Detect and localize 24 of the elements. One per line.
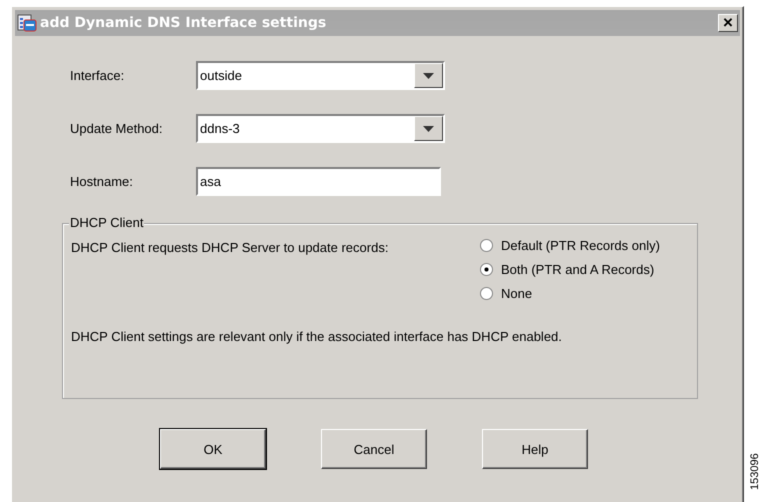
radio-button[interactable] (480, 287, 493, 300)
text-field[interactable]: asa (196, 167, 441, 196)
figure-number: 153096 (749, 453, 761, 490)
option-label: None (501, 286, 532, 301)
field-label: Hostname: (70, 174, 134, 189)
window-title: add Dynamic DNS Interface settings (40, 15, 328, 31)
close-button[interactable]: × (718, 14, 738, 32)
field-label: Interface: (70, 68, 126, 83)
dropdown[interactable]: ddns-3 (196, 114, 445, 143)
caret-icon (423, 126, 434, 132)
dialog-button[interactable]: Cancel (321, 429, 427, 469)
dropdown[interactable]: outside (196, 61, 445, 90)
dialog-button[interactable]: Help (482, 429, 588, 469)
radio-button[interactable] (480, 263, 493, 276)
window-icon (17, 13, 37, 33)
field-label: Update Method: (70, 121, 164, 136)
caret-icon (423, 72, 434, 78)
group-title: DHCP Client (69, 215, 144, 230)
note-text: DHCP Client settings are relevant only if the associated interface has DHCP enabled. (71, 329, 563, 344)
option-label: Both (PTR and A Records) (501, 262, 654, 277)
dialog-button[interactable]: OK (160, 429, 266, 469)
radio-button[interactable] (480, 239, 493, 252)
option-label: Default (PTR Records only) (501, 238, 660, 253)
prompt-text: DHCP Client requests DHCP Server to update records: (71, 239, 390, 257)
